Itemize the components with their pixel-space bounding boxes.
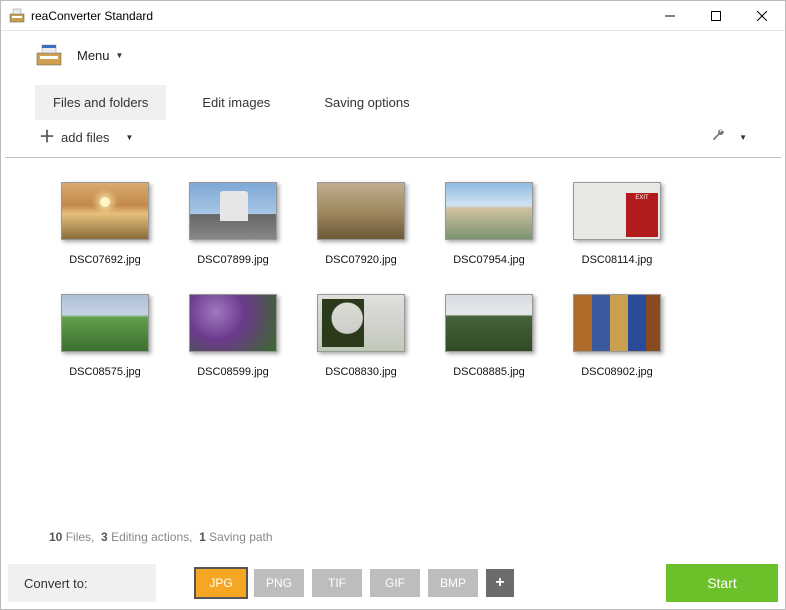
caret-down-icon: ▼ (739, 133, 747, 142)
thumbnail-image (189, 294, 277, 352)
status-actions-count: 3 (101, 530, 108, 544)
thumbnail-image (189, 182, 277, 240)
status-line: 10 Files, 3 Editing actions, 1 Saving pa… (1, 520, 321, 554)
status-paths-count: 1 (199, 530, 206, 544)
status-paths-word: Saving path (209, 530, 272, 544)
status-files-word: Files, (66, 530, 95, 544)
file-thumbnail[interactable]: DSC07920.jpg (311, 182, 411, 266)
menubar: Menu ▼ (1, 31, 785, 79)
toolbar: ＋ add files ▼ ▼ (5, 120, 781, 158)
format-jpg-button[interactable]: JPG (196, 569, 246, 597)
format-tif-button[interactable]: TIF (312, 569, 362, 597)
thumbnail-grid: DSC07692.jpg DSC07899.jpg DSC07920.jpg D… (1, 158, 785, 388)
close-button[interactable] (739, 1, 785, 30)
file-name: DSC08575.jpg (55, 366, 155, 378)
add-files-button[interactable]: ＋ add files ▼ (39, 130, 133, 146)
start-button[interactable]: Start (666, 564, 778, 602)
file-thumbnail[interactable]: DSC08114.jpg (567, 182, 667, 266)
file-name: DSC07954.jpg (439, 254, 539, 266)
tab-saving-options[interactable]: Saving options (306, 85, 427, 120)
tab-edit-images[interactable]: Edit images (184, 85, 288, 120)
file-thumbnail[interactable]: DSC07899.jpg (183, 182, 283, 266)
thumbnail-image (61, 294, 149, 352)
format-bmp-button[interactable]: BMP (428, 569, 478, 597)
status-files-count: 10 (49, 530, 62, 544)
wrench-icon (711, 128, 725, 147)
file-name: DSC07899.jpg (183, 254, 283, 266)
file-thumbnail[interactable]: DSC08885.jpg (439, 294, 539, 378)
menu-button[interactable]: Menu (77, 48, 110, 63)
file-thumbnail[interactable]: DSC07692.jpg (55, 182, 155, 266)
app-icon (9, 8, 25, 24)
window-controls (647, 1, 785, 30)
thumbnail-image (573, 182, 661, 240)
thumbnail-image (445, 294, 533, 352)
format-gif-button[interactable]: GIF (370, 569, 420, 597)
format-png-button[interactable]: PNG (254, 569, 304, 597)
file-name: DSC08885.jpg (439, 366, 539, 378)
printer-icon (35, 43, 63, 67)
thumbnail-image (317, 182, 405, 240)
status-actions-word: Editing actions, (111, 530, 192, 544)
caret-down-icon: ▼ (125, 133, 133, 142)
tabs: Files and folders Edit images Saving opt… (1, 85, 785, 120)
plus-icon: ＋ (39, 130, 55, 146)
file-thumbnail[interactable]: DSC08575.jpg (55, 294, 155, 378)
file-name: DSC07692.jpg (55, 254, 155, 266)
thumbnail-image (573, 294, 661, 352)
tab-files-and-folders[interactable]: Files and folders (35, 85, 166, 120)
file-name: DSC07920.jpg (311, 254, 411, 266)
add-format-button[interactable]: + (486, 569, 514, 597)
bottom-bar: Convert to: JPG PNG TIF GIF BMP + Start (8, 564, 778, 602)
file-name: DSC08902.jpg (567, 366, 667, 378)
thumbnail-image (445, 182, 533, 240)
settings-button[interactable]: ▼ (711, 128, 747, 147)
file-name: DSC08599.jpg (183, 366, 283, 378)
caret-down-icon: ▼ (116, 51, 124, 60)
convert-to-label: Convert to: (8, 564, 156, 602)
add-files-label: add files (61, 130, 109, 145)
file-name: DSC08830.jpg (311, 366, 411, 378)
format-row: JPG PNG TIF GIF BMP + (196, 569, 514, 597)
file-thumbnail[interactable]: DSC08830.jpg (311, 294, 411, 378)
file-thumbnail[interactable]: DSC08902.jpg (567, 294, 667, 378)
file-thumbnail[interactable]: DSC07954.jpg (439, 182, 539, 266)
maximize-button[interactable] (693, 1, 739, 30)
file-thumbnail[interactable]: DSC08599.jpg (183, 294, 283, 378)
file-name: DSC08114.jpg (567, 254, 667, 266)
thumbnail-image (317, 294, 405, 352)
titlebar: reaConverter Standard (1, 1, 785, 31)
window-title: reaConverter Standard (31, 9, 647, 23)
minimize-button[interactable] (647, 1, 693, 30)
thumbnail-image (61, 182, 149, 240)
